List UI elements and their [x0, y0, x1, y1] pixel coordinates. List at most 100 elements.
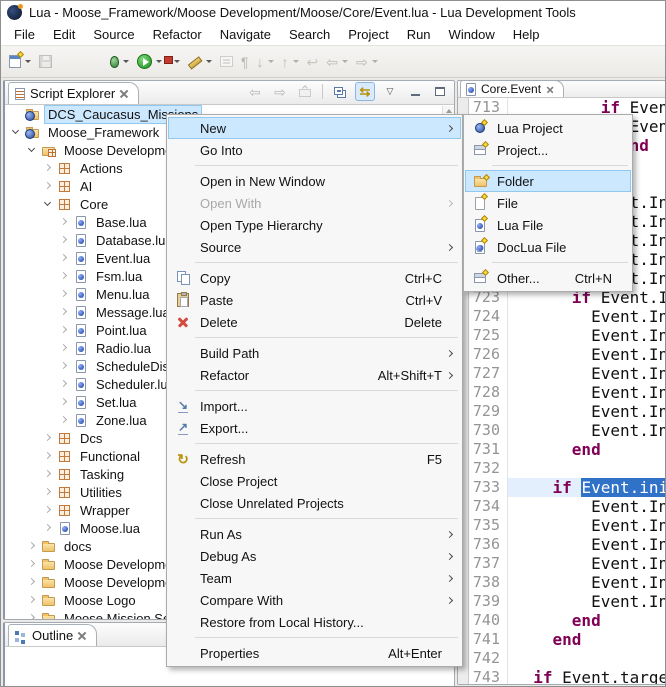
code-line[interactable]: 740 end — [470, 611, 665, 630]
code-line[interactable]: 724 Event.IniDCSGroup = Event.IniDCSUnit… — [470, 307, 665, 326]
maximize-button[interactable] — [430, 82, 450, 101]
code-text[interactable]: end — [508, 611, 665, 630]
chevron-down-icon[interactable] — [11, 127, 21, 137]
code-line[interactable]: 742 — [470, 649, 665, 668]
code-line[interactable]: 729 Event.IniCoalition = Event.IniDCSUni… — [470, 402, 665, 421]
back-button[interactable]: ⇦ — [245, 82, 265, 101]
menu-navigate[interactable]: Navigate — [211, 25, 280, 44]
chevron-right-icon[interactable] — [43, 163, 53, 173]
menu-item-team[interactable]: Team — [168, 567, 461, 589]
code-text[interactable]: if Event.initiator then — [508, 478, 665, 497]
code-line[interactable]: 727 Event.IniUnitName = Event.IniDCSUnit… — [470, 364, 665, 383]
code-text[interactable]: Event.IniUnit = UNIT:FindByName( Event.I… — [508, 554, 665, 573]
code-text[interactable]: Event.IniDCSUnit = Event.initiator — [508, 497, 665, 516]
save-all-button[interactable] — [58, 50, 62, 74]
code-text[interactable] — [508, 649, 665, 668]
code-line[interactable]: 725 Event.IniDCSGroupName = Event.IniDCS… — [470, 326, 665, 345]
new-wizard-button[interactable] — [7, 50, 33, 74]
code-text[interactable]: Event.IniUnitName = Event.IniDCSUnitName — [508, 535, 665, 554]
previous-annotation-button[interactable]: ↑ — [280, 50, 301, 74]
menu-item-compare-with[interactable]: Compare With — [168, 589, 461, 611]
chevron-right-icon[interactable] — [59, 361, 69, 371]
menu-item-import[interactable]: ↘Import... — [168, 395, 461, 417]
menu-file[interactable]: File — [5, 25, 44, 44]
code-text[interactable]: Event.IniDCSGroupName = Event.IniDCSGrou… — [508, 326, 665, 345]
chevron-right-icon[interactable] — [43, 505, 53, 515]
code-text[interactable]: Event.IniCategory = Event.IniDCSUnit:get… — [508, 421, 665, 440]
run-external-tools-button[interactable] — [168, 50, 182, 74]
menu-item-properties[interactable]: PropertiesAlt+Enter — [168, 642, 461, 664]
code-text[interactable]: Event.IniUnitName = Event.IniDCSUnitName — [508, 364, 665, 383]
code-text[interactable]: Event.IniDCSGroup = Event.IniDCSUnit:get… — [508, 573, 665, 592]
menu-item-run-as[interactable]: Run As — [168, 523, 461, 545]
code-text[interactable]: Event.IniDCSUnitName = Event.IniDCSUnit:… — [508, 516, 665, 535]
code-line[interactable]: 738 Event.IniDCSGroup = Event.IniDCSUnit… — [470, 573, 665, 592]
dropdown-arrow-icon[interactable] — [372, 60, 378, 63]
menu-item-open-in-new-window[interactable]: Open in New Window — [168, 170, 461, 192]
show-whitespace-button[interactable]: ¶ — [239, 50, 251, 74]
menu-item-open-type-hierarchy[interactable]: Open Type Hierarchy — [168, 214, 461, 236]
chevron-right-icon[interactable] — [59, 235, 69, 245]
chevron-right-icon[interactable] — [27, 613, 37, 619]
menu-item-paste[interactable]: PasteCtrl+V — [168, 289, 461, 311]
tab-outline[interactable]: Outline — [8, 624, 97, 646]
up-folder-button[interactable] — [295, 82, 315, 101]
menu-search[interactable]: Search — [280, 25, 339, 44]
back-history-button[interactable]: ⇦ — [324, 50, 350, 74]
menu-item-restore-from-local-history[interactable]: Restore from Local History... — [168, 611, 461, 633]
view-menu-button[interactable]: ▽ — [380, 82, 400, 101]
chevron-right-icon[interactable] — [43, 469, 53, 479]
chevron-right-icon[interactable] — [59, 217, 69, 227]
chevron-right-icon[interactable] — [43, 433, 53, 443]
menu-refactor[interactable]: Refactor — [144, 25, 211, 44]
close-icon[interactable] — [78, 631, 87, 640]
dropdown-arrow-icon[interactable] — [342, 60, 348, 63]
menu-item-refactor[interactable]: RefactorAlt+Shift+T — [168, 364, 461, 386]
menu-item-doclua-file[interactable]: @DocLua File — [465, 236, 631, 258]
dropdown-arrow-icon[interactable] — [268, 60, 274, 63]
code-line[interactable]: 739 Event.IniGroupName = Event.IniDCSGro… — [470, 592, 665, 611]
menu-item-delete[interactable]: DeleteDelete — [168, 311, 461, 333]
tab-script-explorer[interactable]: Script Explorer — [8, 82, 139, 104]
menu-item-other[interactable]: Other...Ctrl+N — [465, 267, 631, 289]
menu-source[interactable]: Source — [84, 25, 143, 44]
menu-item-open-with[interactable]: Open With — [168, 192, 461, 214]
code-text[interactable]: Event.IniUnit = UNIT:FindByName( Event.I… — [508, 383, 665, 402]
next-annotation-button[interactable]: ↓ — [255, 50, 276, 74]
dropdown-arrow-icon[interactable] — [174, 60, 180, 63]
last-edit-location-button[interactable]: ↩ — [305, 50, 321, 74]
menu-window[interactable]: Window — [440, 25, 504, 44]
save-button[interactable] — [37, 50, 54, 74]
close-icon[interactable] — [547, 85, 554, 92]
close-icon[interactable] — [120, 89, 129, 98]
chevron-right-icon[interactable] — [59, 307, 69, 317]
menu-item-go-into[interactable]: Go Into — [168, 139, 461, 161]
menu-item-copy[interactable]: CopyCtrl+C — [168, 267, 461, 289]
menu-item-folder[interactable]: Folder — [465, 170, 631, 192]
collapse-all-button[interactable] — [330, 82, 350, 101]
forward-history-button[interactable]: ⇨ — [354, 50, 380, 74]
link-with-editor-button[interactable]: ⇆ — [355, 82, 375, 101]
code-text[interactable]: if Event.target then — [508, 668, 665, 684]
scroll-up-icon[interactable] — [446, 109, 452, 113]
menu-item-source[interactable]: Source — [168, 236, 461, 258]
menu-item-new[interactable]: New — [168, 117, 461, 139]
code-line[interactable]: 726 Event.IniDCSUnitName = Event.IniDCSU… — [470, 345, 665, 364]
chevron-right-icon[interactable] — [59, 379, 69, 389]
code-text[interactable]: Event.IniDCSUnitName = Event.IniDCSUnit:… — [508, 345, 665, 364]
code-line[interactable]: 743 if Event.target then — [470, 668, 665, 684]
open-editor-button[interactable] — [218, 50, 235, 74]
forward-button[interactable]: ⇨ — [270, 82, 290, 101]
code-text[interactable]: Event.IniDCSGroup = Event.IniDCSUnit:get… — [508, 307, 665, 326]
menu-edit[interactable]: Edit — [44, 25, 84, 44]
code-text[interactable] — [508, 459, 665, 478]
mark-occurrences-button[interactable] — [186, 50, 214, 74]
chevron-right-icon[interactable] — [59, 415, 69, 425]
dropdown-arrow-icon[interactable] — [25, 60, 31, 63]
menu-project[interactable]: Project — [339, 25, 397, 44]
chevron-right-icon[interactable] — [43, 181, 53, 191]
menu-item-refresh[interactable]: ↻RefreshF5 — [168, 448, 461, 470]
dropdown-arrow-icon[interactable] — [293, 60, 299, 63]
code-line[interactable]: 730 Event.IniCategory = Event.IniDCSUnit… — [470, 421, 665, 440]
dropdown-arrow-icon[interactable] — [206, 60, 212, 63]
